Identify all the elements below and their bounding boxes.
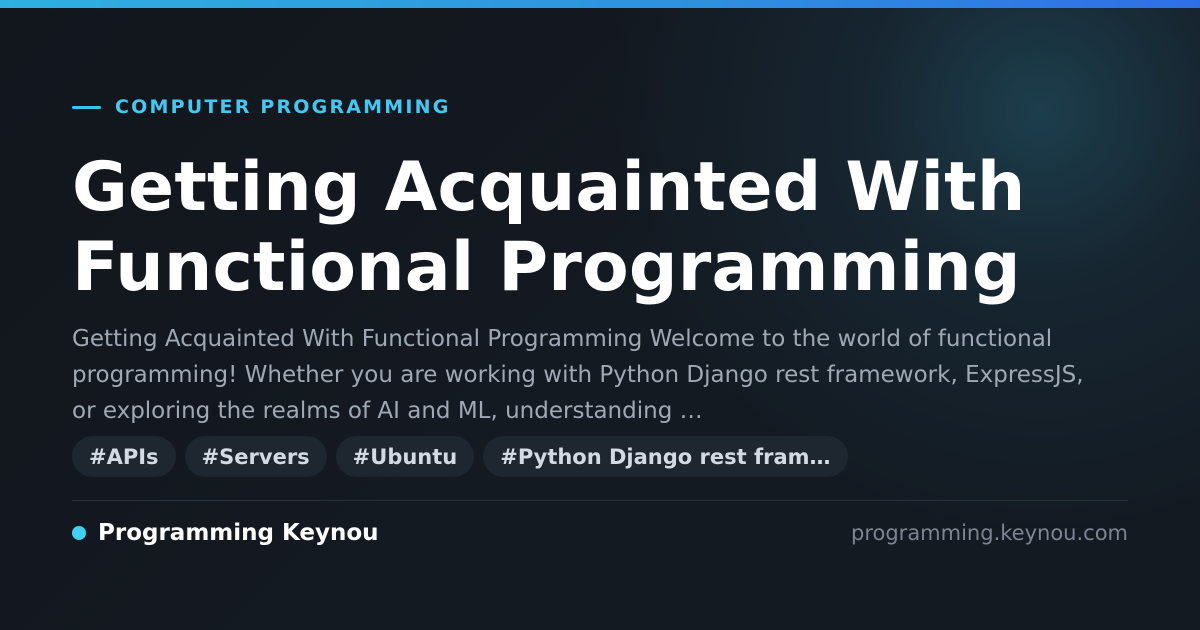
- brand-dot-icon: [72, 526, 86, 540]
- category-row: COMPUTER PROGRAMMING: [72, 95, 451, 119]
- tag-apis[interactable]: #APIs: [72, 436, 176, 477]
- tag-label: #Servers: [201, 444, 310, 469]
- accent-top-bar: [0, 0, 1200, 8]
- excerpt: Getting Acquainted With Functional Progr…: [72, 326, 1084, 424]
- site-url[interactable]: programming.keynou.com: [851, 521, 1128, 545]
- divider: [72, 500, 1128, 501]
- category-label: COMPUTER PROGRAMMING: [115, 96, 451, 118]
- category-dash-icon: [72, 105, 101, 109]
- brand-name: Programming Keynou: [98, 520, 379, 546]
- footer: Programming Keynou programming.keynou.co…: [72, 518, 1128, 548]
- page-title: Getting Acquainted With Functional Progr…: [72, 148, 1026, 307]
- tag-label: #APIs: [89, 444, 159, 469]
- tag-label: #Ubuntu: [352, 444, 458, 469]
- tag-label: #Python Django rest fram…: [500, 444, 831, 469]
- tag-list: #APIs #Servers #Ubuntu #Python Django re…: [72, 436, 848, 477]
- tag-servers[interactable]: #Servers: [184, 436, 327, 477]
- tag-python-django[interactable]: #Python Django rest fram…: [483, 436, 848, 477]
- brand[interactable]: Programming Keynou: [72, 520, 379, 546]
- tag-ubuntu[interactable]: #Ubuntu: [335, 436, 475, 477]
